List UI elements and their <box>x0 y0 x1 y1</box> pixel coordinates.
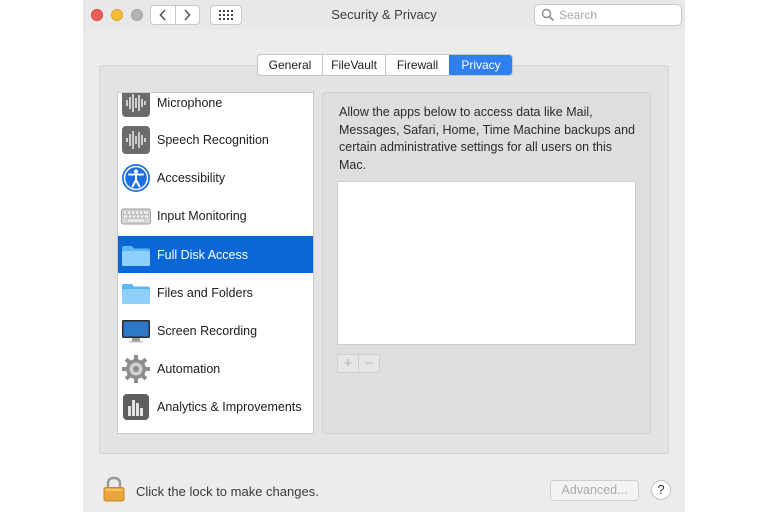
display-icon <box>122 319 150 342</box>
sidebar-item-full-disk-access[interactable]: Full Disk Access <box>118 236 313 273</box>
speech-waveform-icon <box>122 125 150 154</box>
add-app-button[interactable]: + <box>338 355 358 372</box>
sidebar-item-label: Input Monitoring <box>157 208 247 223</box>
add-remove-buttons: + − <box>337 354 380 373</box>
sidebar-item-files-and-folders[interactable]: Files and Folders <box>118 274 313 311</box>
accessibility-person-icon <box>122 163 150 192</box>
folder-icon <box>122 283 150 304</box>
bar-chart-icon <box>123 393 149 420</box>
sidebar-item-label: Full Disk Access <box>157 247 248 262</box>
preferences-window: Security & Privacy General FileVault Fir… <box>83 0 685 512</box>
access-description: Allow the apps below to access data like… <box>339 105 635 172</box>
help-button[interactable]: ? <box>651 480 671 500</box>
lock-icon[interactable] <box>102 476 126 502</box>
app-list[interactable] <box>337 181 636 345</box>
remove-app-button[interactable]: − <box>358 355 379 372</box>
sidebar-item-speech-recognition[interactable]: Speech Recognition <box>118 121 313 158</box>
sidebar-item-label: Screen Recording <box>157 323 258 338</box>
keyboard-icon <box>121 208 151 224</box>
sidebar-item-label: Speech Recognition <box>157 132 269 147</box>
tab-filevault[interactable]: FileVault <box>322 55 385 75</box>
sidebar-item-label: Accessibility <box>157 170 226 185</box>
sidebar-item-label: Files and Folders <box>157 285 253 300</box>
microphone-waveform-icon <box>122 93 150 117</box>
sidebar-item-microphone[interactable]: Microphone <box>118 93 313 121</box>
privacy-category-list[interactable]: Microphone Speech Recognition Accessibil… <box>117 92 314 434</box>
tab-bar: General FileVault Firewall Privacy <box>257 54 513 76</box>
gear-icon <box>122 354 150 383</box>
search-icon <box>541 8 555 22</box>
sidebar-item-automation[interactable]: Automation <box>118 350 313 387</box>
sidebar-item-label: Analytics & Improvements <box>157 399 302 414</box>
advanced-button[interactable]: Advanced... <box>550 480 639 501</box>
search-field[interactable] <box>534 4 682 26</box>
title-bar: Security & Privacy <box>83 0 685 30</box>
tab-firewall[interactable]: Firewall <box>385 55 449 75</box>
sidebar-item-analytics[interactable]: Analytics & Improvements <box>118 388 313 425</box>
sidebar-item-input-monitoring[interactable]: Input Monitoring <box>118 197 313 234</box>
tab-general[interactable]: General <box>258 55 322 75</box>
sidebar-item-label: Automation <box>157 361 221 376</box>
sidebar-item-accessibility[interactable]: Accessibility <box>118 159 313 196</box>
tab-privacy[interactable]: Privacy <box>449 55 512 75</box>
detail-pane: Allow the apps below to access data like… <box>322 92 651 434</box>
sidebar-item-screen-recording[interactable]: Screen Recording <box>118 312 313 349</box>
sidebar-item-label: Microphone <box>157 95 223 110</box>
folder-icon <box>122 245 150 266</box>
lock-status-text: Click the lock to make changes. <box>136 484 319 499</box>
search-input[interactable] <box>555 8 679 22</box>
